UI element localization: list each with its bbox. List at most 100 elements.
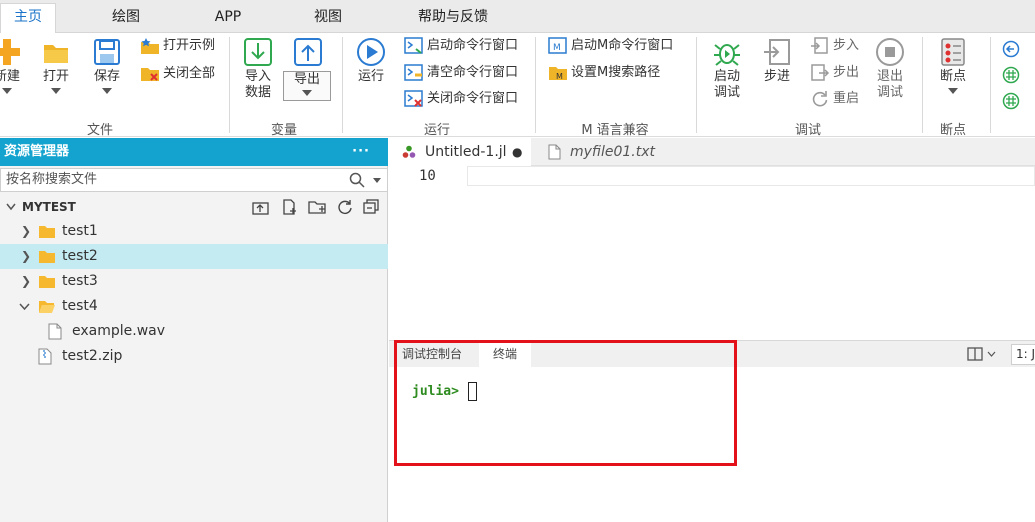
hash-icon[interactable]	[1002, 66, 1020, 84]
step-out-button[interactable]: 步出	[810, 63, 859, 83]
start-debug-line1: 启动	[713, 69, 740, 84]
chevron-right-icon: ❯	[21, 224, 32, 238]
modified-dot-icon[interactable]: ●	[512, 138, 522, 166]
start-m-cmd-button[interactable]: M 启动M命令行窗口	[548, 36, 673, 56]
editor-tab-label: myfile01.txt	[570, 144, 655, 160]
export-button[interactable]	[285, 37, 331, 69]
collapse-up-icon[interactable]	[252, 199, 269, 215]
more-icon[interactable]: ···	[352, 138, 370, 166]
line-number: 10	[419, 168, 436, 184]
search-input[interactable]: 按名称搜索文件	[0, 168, 388, 192]
exit-debug-button[interactable]: 退出 调试	[873, 37, 907, 101]
tree-item-test4[interactable]: test4	[0, 294, 388, 319]
search-placeholder: 按名称搜索文件	[6, 172, 98, 187]
svg-text:M: M	[553, 43, 561, 53]
step-in-label: 步入	[833, 38, 860, 53]
terminal-select[interactable]: 1: J	[1011, 344, 1035, 365]
variable-group-label: 变量	[270, 123, 297, 138]
collapse-all-icon[interactable]	[363, 199, 379, 215]
set-m-path-label: 设置M搜索路径	[571, 65, 661, 80]
tree-item-label: example.wav	[72, 323, 166, 339]
import-arrow-icon	[244, 38, 272, 66]
stop-icon	[876, 38, 904, 66]
separator	[990, 37, 991, 133]
open-label: 打开	[42, 69, 69, 84]
tab-debug-console[interactable]: 调试控制台	[395, 341, 477, 368]
open-example-button[interactable]: 打开示例	[140, 36, 215, 56]
breakpoint-group-label: 断点	[939, 123, 966, 138]
new-file-icon[interactable]	[281, 199, 298, 215]
run-button[interactable]: 运行	[354, 37, 388, 85]
start-cmd-button[interactable]: 启动命令行窗口	[404, 36, 518, 56]
clear-terminal-icon	[404, 64, 423, 81]
clear-cmd-button[interactable]: 清空命令行窗口	[404, 63, 518, 83]
plus-icon	[0, 39, 20, 65]
close-all-button[interactable]: 关闭全部	[140, 64, 215, 84]
breakpoint-icon	[941, 38, 965, 66]
new-button[interactable]: 新建	[0, 37, 22, 94]
import-data-button[interactable]: 导入 数据	[241, 37, 275, 101]
explorer-title: 资源管理器	[4, 144, 70, 159]
tree-item-test2[interactable]: ❯ test2	[0, 244, 388, 269]
clear-cmd-label: 清空命令行窗口	[427, 65, 519, 80]
debug-group-label: 调试	[794, 123, 821, 138]
tab-help-feedback[interactable]: 帮助与反馈	[405, 5, 501, 33]
close-terminal-icon	[404, 90, 423, 107]
import-label-line2: 数据	[244, 85, 271, 100]
terminal-area[interactable]: julia>	[389, 367, 1035, 522]
chevron-right-icon: ❯	[21, 249, 32, 263]
tab-app[interactable]: APP	[200, 5, 256, 33]
tab-home[interactable]: 主页	[0, 3, 56, 34]
refresh-icon[interactable]	[337, 199, 353, 215]
import-label: 导入 数据	[241, 69, 275, 101]
tree-item-test2-zip[interactable]: test2.zip	[0, 344, 388, 369]
open-button[interactable]: 打开	[40, 37, 72, 94]
tree-item-label: test1	[62, 223, 98, 239]
editor-tab-myfile[interactable]: myfile01.txt	[536, 138, 676, 166]
run-label: 运行	[357, 69, 384, 84]
tree-item-label: test4	[62, 298, 98, 314]
explorer-panel: 资源管理器 ··· 按名称搜索文件 MYTEST ❯ test1 ❯ test2…	[0, 138, 388, 522]
restart-icon	[812, 91, 828, 107]
code-editor[interactable]: 10	[389, 166, 1035, 340]
split-panel-icon[interactable]	[967, 347, 983, 361]
step-in-button[interactable]: 步入	[810, 36, 859, 56]
save-button[interactable]: 保存	[90, 37, 124, 94]
tab-view[interactable]: 视图	[300, 5, 356, 33]
workspace-root[interactable]: MYTEST	[0, 196, 388, 218]
save-icon	[94, 39, 120, 65]
tree-item-test3[interactable]: ❯ test3	[0, 269, 388, 294]
set-m-path-button[interactable]: M 设置M搜索路径	[548, 63, 660, 83]
start-m-label: 启动M命令行窗口	[571, 38, 674, 53]
step-button[interactable]: 步进	[760, 37, 794, 85]
new-folder-icon[interactable]	[308, 199, 327, 215]
run-group-label: 运行	[423, 123, 450, 138]
tree-item-example-wav[interactable]: example.wav	[0, 319, 388, 344]
search-icon[interactable]	[349, 172, 365, 188]
separator	[229, 37, 230, 133]
start-debug-button[interactable]: 启动 调试	[710, 37, 744, 101]
close-all-label: 关闭全部	[163, 66, 216, 81]
open-folder-icon	[39, 301, 55, 313]
tab-plot[interactable]: 绘图	[96, 5, 156, 33]
export-dropdown[interactable]: 导出	[283, 71, 331, 101]
chevron-down-icon[interactable]	[987, 351, 996, 357]
restart-label: 重启	[833, 91, 860, 106]
zip-file-icon	[38, 348, 52, 365]
breakpoint-button[interactable]: 断点	[935, 37, 971, 94]
export-label: 导出	[293, 72, 320, 87]
editor-tab-untitled[interactable]: Untitled-1.jl ●	[389, 138, 531, 166]
start-cmd-label: 启动命令行窗口	[427, 38, 519, 53]
back-arrow-icon[interactable]	[1002, 40, 1020, 58]
svg-text:M: M	[556, 72, 563, 81]
tree-item-test1[interactable]: ❯ test1	[0, 219, 388, 244]
restart-button[interactable]: 重启	[810, 89, 859, 109]
tab-terminal[interactable]: 终端	[479, 341, 531, 368]
close-cmd-button[interactable]: 关闭命令行窗口	[404, 89, 518, 109]
hash-off-icon[interactable]	[1002, 92, 1020, 110]
start-debug-line2: 调试	[713, 85, 740, 100]
separator	[696, 37, 697, 133]
chevron-down-icon[interactable]	[373, 178, 381, 183]
chevron-down-icon	[102, 88, 112, 94]
editor-tab-bar: Untitled-1.jl ● myfile01.txt	[389, 138, 1035, 166]
